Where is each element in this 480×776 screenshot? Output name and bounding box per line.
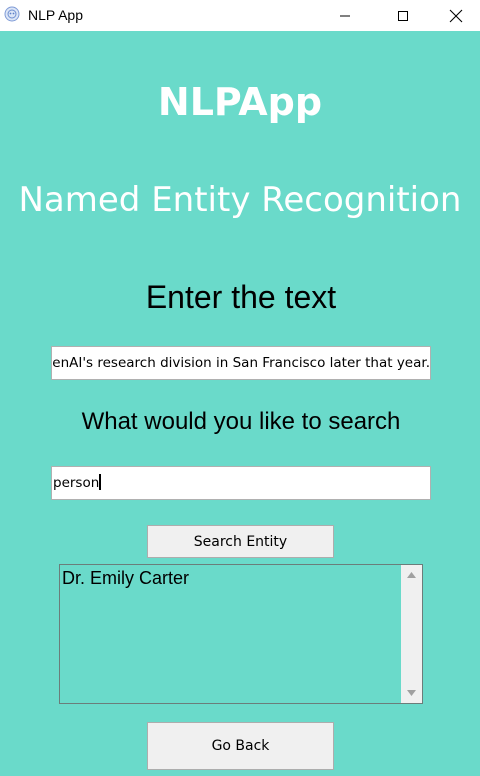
minimize-icon (340, 15, 350, 16)
chevron-up-icon (407, 572, 416, 578)
chevron-down-icon (407, 690, 416, 696)
maximize-icon (398, 10, 408, 21)
app-title: NLPApp (157, 80, 323, 124)
search-entity-button[interactable]: Search Entity (147, 525, 334, 558)
results-listbox[interactable]: Dr. Emily Carter (59, 564, 423, 704)
scrollbar[interactable] (401, 565, 422, 703)
app-icon (4, 6, 20, 22)
minimize-button[interactable] (316, 0, 374, 31)
scroll-up-button[interactable] (401, 565, 422, 585)
maximize-button[interactable] (374, 0, 432, 31)
search-input[interactable]: person (51, 466, 431, 500)
close-button[interactable] (432, 0, 480, 31)
go-back-button[interactable]: Go Back (147, 722, 334, 770)
search-label: What would you like to search (81, 408, 401, 435)
scroll-down-button[interactable] (401, 683, 422, 703)
window-titlebar: NLP App (0, 0, 480, 31)
text-caret (99, 474, 102, 490)
enter-text-label: Enter the text (145, 279, 337, 315)
text-input-value: penAI's research division in San Francis… (51, 355, 430, 371)
window-title: NLP App (28, 7, 84, 23)
close-icon (449, 9, 463, 22)
text-input[interactable]: penAI's research division in San Francis… (51, 346, 431, 380)
search-input-value: person (53, 475, 100, 491)
page-subtitle: Named Entity Recognition (18, 180, 462, 220)
list-item[interactable]: Dr. Emily Carter (62, 568, 189, 589)
